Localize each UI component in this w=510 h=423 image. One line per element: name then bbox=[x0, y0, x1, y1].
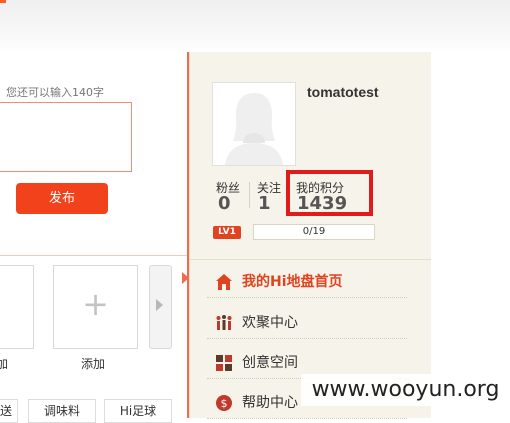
remaining-text: 您还可以输入 bbox=[6, 86, 72, 99]
menu-item-label: 我的Hi地盘首页 bbox=[242, 274, 343, 290]
next-arrow-button[interactable] bbox=[149, 265, 172, 349]
page-margin bbox=[431, 52, 510, 418]
people-icon bbox=[216, 315, 232, 330]
menu-item-home[interactable]: 我的Hi地盘首页 bbox=[207, 267, 407, 298]
tile-caption: 加 bbox=[0, 357, 9, 371]
top-bar bbox=[0, 0, 510, 52]
house-icon bbox=[216, 274, 232, 290]
compose-textarea[interactable] bbox=[0, 102, 132, 172]
remaining-chars: 您还可以输入140字 bbox=[6, 84, 104, 100]
puzzle-icon bbox=[216, 355, 232, 371]
level-badge: LV1 bbox=[213, 226, 241, 239]
default-avatar-icon bbox=[213, 83, 295, 165]
svg-text:$: $ bbox=[221, 397, 228, 410]
points-highlight-box bbox=[286, 170, 373, 216]
chevron-right-icon bbox=[156, 299, 163, 311]
avatar[interactable] bbox=[212, 82, 296, 166]
add-app-tile[interactable]: + bbox=[53, 265, 138, 349]
fans-count[interactable]: 0 bbox=[218, 193, 231, 214]
compose-panel: 您还可以输入140字 发布 + 加 添加 送 调味料 Hi足球 bbox=[0, 52, 189, 423]
top-accent bbox=[0, 0, 6, 3]
app-tile[interactable] bbox=[0, 265, 34, 349]
stat-divider bbox=[249, 182, 250, 208]
tag-item[interactable]: 调味料 bbox=[28, 399, 96, 423]
divider bbox=[189, 259, 431, 260]
menu-item-label: 欢聚中心 bbox=[242, 315, 298, 331]
menu-item-label: 帮助中心 bbox=[242, 395, 298, 411]
watermark: www.wooyun.org bbox=[301, 374, 510, 406]
username[interactable]: tomatotest bbox=[307, 84, 379, 100]
tag-item[interactable]: 送 bbox=[0, 399, 18, 423]
progress-text: 0/19 bbox=[302, 226, 326, 237]
menu-item-label: 创意空间 bbox=[242, 355, 298, 371]
divider bbox=[0, 255, 187, 256]
plus-icon: + bbox=[82, 285, 109, 323]
menu-item-party[interactable]: 欢聚中心 bbox=[207, 308, 407, 339]
follow-count[interactable]: 1 bbox=[258, 193, 271, 214]
tag-item[interactable]: Hi足球 bbox=[104, 399, 172, 423]
tile-caption-add: 添加 bbox=[81, 357, 106, 371]
level-progress-bar: 0/19 bbox=[253, 224, 375, 240]
pointer-arrow bbox=[182, 272, 189, 284]
remaining-count: 140字 bbox=[72, 86, 104, 99]
publish-button[interactable]: 发布 bbox=[16, 183, 108, 214]
help-icon: $ bbox=[216, 395, 232, 411]
